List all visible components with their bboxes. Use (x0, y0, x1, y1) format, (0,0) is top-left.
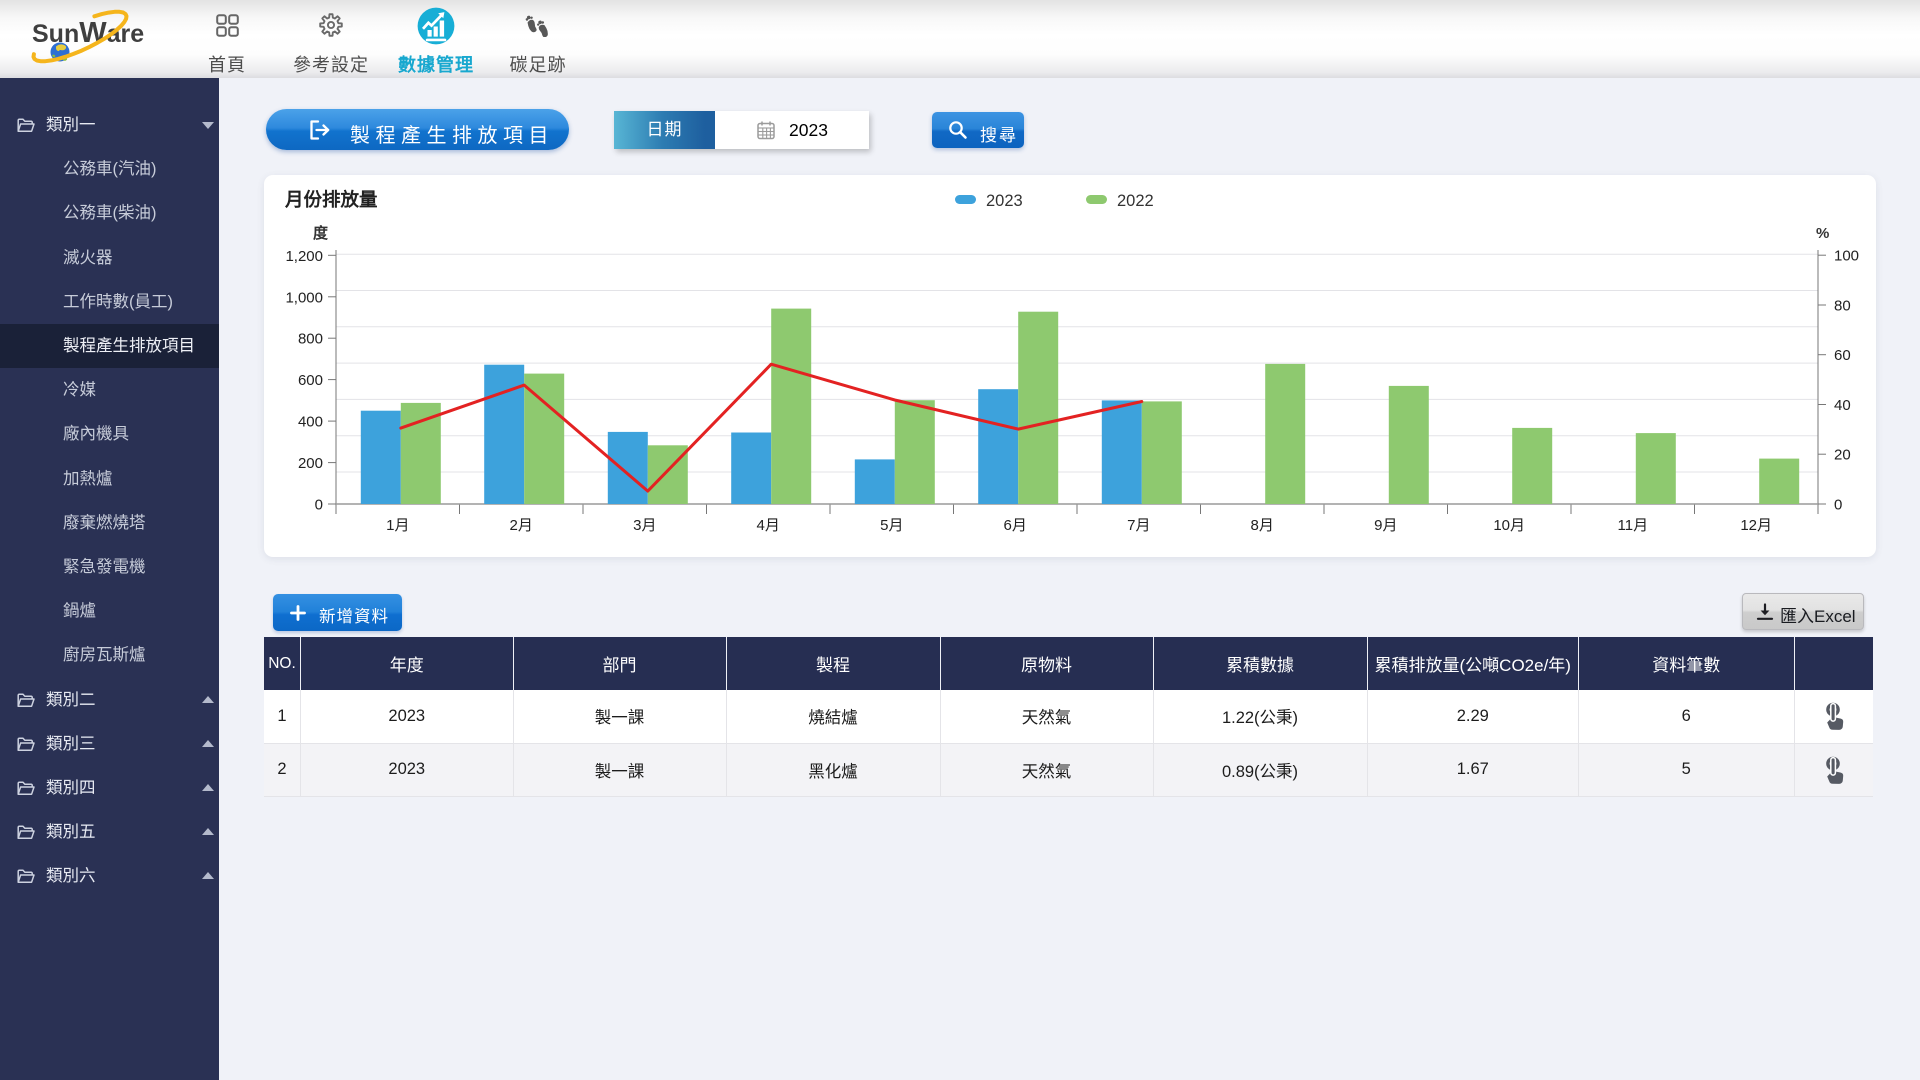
svg-text:9月: 9月 (1374, 517, 1397, 534)
svg-text:1,000: 1,000 (285, 289, 323, 306)
svg-text:100: 100 (1834, 248, 1859, 265)
svg-text:0: 0 (315, 497, 323, 514)
svg-text:SunWare: SunWare (32, 17, 144, 49)
svg-text:3月: 3月 (633, 517, 656, 534)
svg-text:12月: 12月 (1740, 517, 1772, 534)
svg-text:400: 400 (298, 414, 323, 431)
svg-text:6月: 6月 (1004, 517, 1027, 534)
svg-text:7月: 7月 (1127, 517, 1150, 534)
svg-text:1,200: 1,200 (285, 248, 323, 265)
svg-text:%: % (1816, 225, 1829, 242)
svg-text:2023: 2023 (986, 192, 1023, 210)
svg-text:4月: 4月 (757, 517, 780, 534)
svg-text:800: 800 (298, 331, 323, 348)
svg-text:2月: 2月 (510, 517, 533, 534)
svg-text:80: 80 (1834, 298, 1851, 315)
svg-text:40: 40 (1834, 397, 1851, 414)
svg-text:11月: 11月 (1618, 517, 1649, 534)
svg-text:月份排放量: 月份排放量 (284, 189, 378, 210)
svg-text:600: 600 (298, 372, 323, 389)
svg-text:8月: 8月 (1251, 517, 1274, 534)
svg-text:度: 度 (313, 224, 329, 242)
svg-text:10月: 10月 (1493, 517, 1525, 534)
svg-text:0: 0 (1834, 497, 1842, 514)
svg-text:5月: 5月 (880, 517, 903, 534)
svg-text:1月: 1月 (386, 517, 409, 534)
svg-text:60: 60 (1834, 347, 1851, 364)
svg-text:2022: 2022 (1117, 192, 1154, 210)
svg-text:20: 20 (1834, 447, 1851, 464)
svg-text:200: 200 (298, 455, 323, 472)
